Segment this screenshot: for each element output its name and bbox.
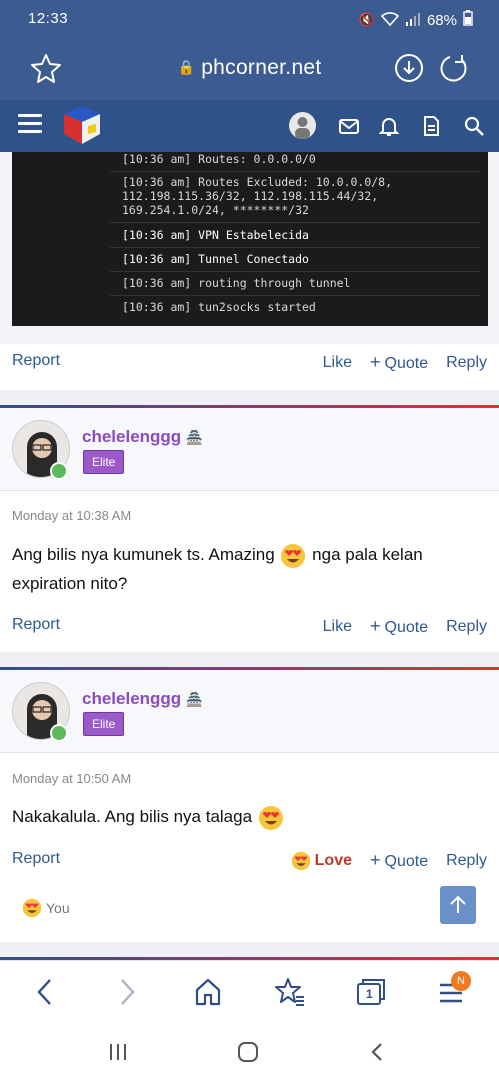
home-icon[interactable] (190, 975, 226, 1009)
scroll-to-top-button[interactable] (440, 886, 476, 924)
post-actions: Report Love + Quote Reply (0, 842, 499, 878)
post-text: Ang bilis nya kumunek ts. Amazing (12, 545, 275, 564)
code-line: 169.254.1.0/24, ********/32 (110, 203, 480, 223)
quote-label: Quote (384, 355, 429, 372)
post-separator (0, 390, 499, 406)
status-icons: 🔇 68% (359, 10, 473, 30)
recent-apps-icon[interactable] (104, 1040, 132, 1064)
report-link[interactable]: Report (12, 850, 60, 868)
quote-label: Quote (384, 853, 429, 870)
wifi-icon (380, 11, 400, 29)
document-icon[interactable] (419, 114, 443, 138)
bookmarks-icon[interactable] (272, 975, 308, 1009)
rank-icon: 🏯 (185, 691, 204, 707)
report-link[interactable]: Report (12, 616, 60, 634)
code-line: [10:36 am] routing through tunnel (110, 276, 480, 296)
site-logo[interactable] (62, 104, 102, 146)
online-status-icon (50, 462, 68, 480)
love-reaction-button[interactable]: Love (291, 851, 352, 871)
reaction-summary[interactable]: You (22, 898, 70, 918)
post-user-area: chelelenggg 🏯 Elite (0, 670, 499, 753)
plus-icon: + (369, 352, 381, 372)
url-text: phcorner.net (201, 56, 322, 79)
mail-icon[interactable] (337, 114, 361, 138)
status-bar: 12:33 🔇 68% (0, 0, 499, 38)
browser-bar: 🔒 phcorner.net (0, 38, 499, 100)
post-separator (0, 942, 499, 958)
username[interactable]: chelelenggg 🏯 (82, 427, 203, 447)
refresh-icon[interactable] (438, 52, 470, 84)
plus-icon: + (369, 616, 381, 636)
battery-icon (463, 10, 473, 30)
report-link[interactable]: Report (12, 352, 60, 370)
home-button-icon[interactable] (234, 1040, 262, 1064)
post-separator (0, 652, 499, 668)
user-badge: Elite (83, 450, 125, 474)
tabs-icon[interactable]: 1 (353, 975, 389, 1009)
system-back-icon[interactable] (364, 1040, 392, 1064)
reaction-user: You (46, 900, 70, 916)
like-link[interactable]: Like (323, 618, 352, 636)
quote-link[interactable]: + Quote (370, 352, 428, 373)
username[interactable]: chelelenggg 🏯 (82, 689, 203, 709)
arrow-up-icon (450, 895, 466, 913)
post-date[interactable]: Monday at 10:38 AM (12, 508, 131, 523)
account-avatar[interactable] (289, 112, 316, 139)
plus-icon: + (369, 850, 381, 870)
username-text: chelelenggg (82, 427, 182, 446)
bell-icon[interactable] (377, 114, 401, 138)
browser-bottom-nav: 1 N (0, 960, 499, 1024)
site-header (0, 100, 499, 152)
post-date[interactable]: Monday at 10:50 AM (12, 771, 131, 786)
lock-icon: 🔒 (177, 59, 196, 75)
reply-link[interactable]: Reply (446, 852, 487, 870)
battery-percent: 68% (426, 11, 457, 29)
user-badge: Elite (83, 712, 125, 736)
code-line: [10:36 am] tun2socks started (122, 300, 316, 314)
post-user-area: chelelenggg 🏯 Elite (0, 408, 499, 491)
heart-eyes-emoji-icon (281, 543, 306, 568)
post-body: Ang bilis nya kumunek ts. Amazing nga pa… (12, 540, 487, 598)
heart-eyes-emoji-icon (291, 851, 310, 870)
search-icon[interactable] (462, 114, 486, 138)
username-text: chelelenggg (82, 689, 182, 708)
post: chelelenggg 🏯 Elite Monday at 10:50 AM N… (0, 670, 499, 942)
download-icon[interactable] (393, 52, 425, 84)
tabs-count: 1 (366, 987, 373, 1001)
heart-eyes-emoji-icon (22, 898, 42, 918)
quote-label: Quote (384, 619, 429, 636)
mute-icon: 🔇 (358, 12, 375, 27)
code-line: [10:36 am] Tunnel Conectado (110, 252, 480, 272)
status-time: 12:33 (28, 10, 69, 27)
system-navigation (0, 1024, 499, 1080)
code-line: [10:36 am] VPN Estabelecida (110, 228, 480, 248)
thread-content: [10:36 am] Routes: 0.0.0.0/0 [10:36 am] … (0, 152, 499, 960)
post: chelelenggg 🏯 Elite Monday at 10:38 AM A… (0, 408, 499, 652)
reply-link[interactable]: Reply (446, 354, 487, 372)
code-screenshot: [10:36 am] Routes: 0.0.0.0/0 [10:36 am] … (12, 152, 488, 326)
quote-link[interactable]: + Quote (370, 616, 428, 637)
rank-icon: 🏯 (185, 429, 204, 445)
post-actions: Report Like + Quote Reply (0, 608, 499, 644)
like-link[interactable]: Like (323, 354, 352, 372)
love-label: Love (314, 851, 352, 869)
post-actions: Report Like + Quote Reply (0, 344, 499, 390)
back-icon[interactable] (28, 975, 64, 1009)
menu-icon[interactable]: N (434, 971, 471, 1009)
post-body: Nakakalula. Ang bilis nya talaga (12, 802, 487, 831)
online-status-icon (50, 724, 68, 742)
notification-badge: N (451, 971, 471, 991)
heart-eyes-emoji-icon (258, 805, 283, 830)
signal-icon (405, 12, 421, 29)
menu-icon[interactable] (18, 114, 42, 134)
reply-link[interactable]: Reply (446, 618, 487, 636)
reactions-bar: You (0, 878, 499, 938)
quote-link[interactable]: + Quote (370, 850, 428, 871)
post-text: Nakakalula. Ang bilis nya talaga (12, 807, 253, 826)
forward-icon[interactable] (108, 975, 144, 1009)
code-line: [10:36 am] Routes: 0.0.0.0/0 (110, 152, 480, 172)
